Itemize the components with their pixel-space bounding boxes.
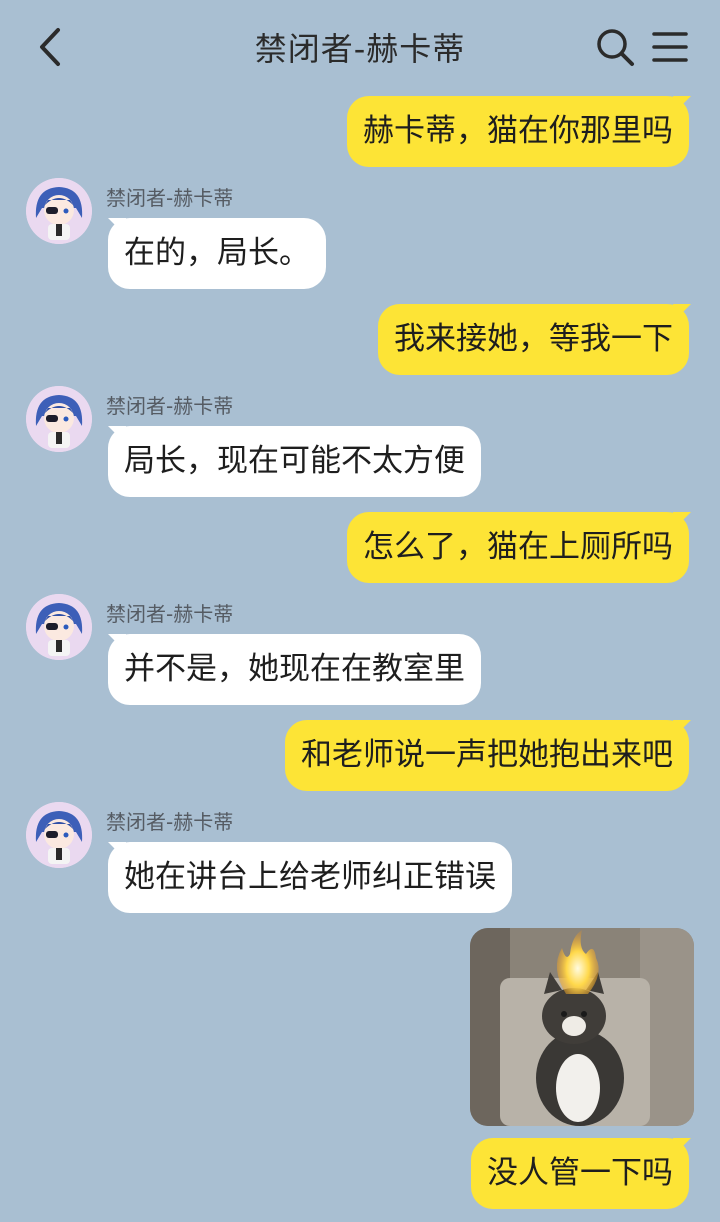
contact-avatar[interactable] [26, 802, 92, 868]
menu-icon [652, 32, 688, 62]
search-button[interactable] [594, 26, 636, 68]
incoming-message[interactable]: 她在讲台上给老师纠正错误 [108, 842, 512, 913]
sender-name: 禁闭者-赫卡蒂 [106, 186, 234, 210]
incoming-message[interactable]: 局长，现在可能不太方便 [108, 426, 481, 497]
chat-screen: 禁闭者-赫卡蒂 赫卡蒂，猫在你那里吗 禁闭者-赫卡蒂 在的，局长。 我来接她，等… [0, 0, 720, 1222]
sender-name: 禁闭者-赫卡蒂 [106, 810, 234, 834]
sender-name: 禁闭者-赫卡蒂 [106, 602, 234, 626]
incoming-message[interactable]: 在的，局长。 [108, 218, 326, 289]
sent-image-cat-meme[interactable] [470, 928, 694, 1126]
contact-avatar[interactable] [26, 386, 92, 452]
sender-name: 禁闭者-赫卡蒂 [106, 394, 234, 418]
outgoing-message[interactable]: 赫卡蒂，猫在你那里吗 [347, 96, 689, 167]
outgoing-message[interactable]: 和老师说一声把她抱出来吧 [285, 720, 689, 791]
chat-header: 禁闭者-赫卡蒂 [0, 0, 720, 94]
contact-avatar[interactable] [26, 178, 92, 244]
menu-button[interactable] [650, 28, 690, 66]
outgoing-message[interactable]: 我来接她，等我一下 [378, 304, 689, 375]
outgoing-message[interactable]: 怎么了，猫在上厕所吗 [347, 512, 689, 583]
incoming-message[interactable]: 并不是，她现在在教室里 [108, 634, 481, 705]
outgoing-message[interactable]: 没人管一下吗 [471, 1138, 689, 1209]
search-icon [597, 29, 634, 66]
contact-avatar[interactable] [26, 594, 92, 660]
